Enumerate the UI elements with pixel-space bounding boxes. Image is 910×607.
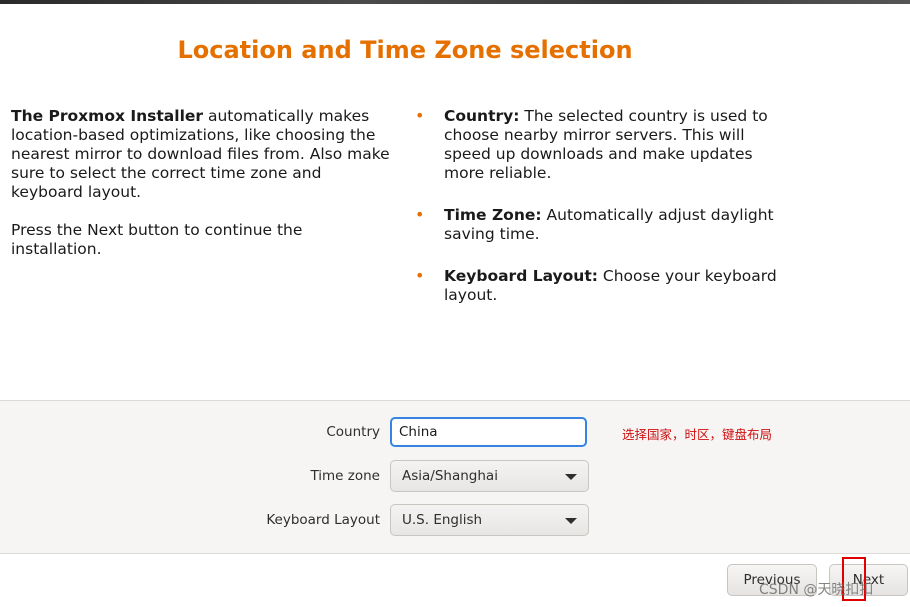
bullet-term: Time Zone: [444, 206, 542, 224]
annotation-note: 选择国家，时区，键盘布局 [622, 427, 773, 442]
bullet-timezone: • Time Zone: Automatically adjust daylig… [410, 205, 790, 244]
top-border [0, 0, 910, 4]
keyboard-value: U.S. English [402, 512, 483, 528]
bullet-dot-icon: • [415, 205, 425, 224]
watermark: CSDN @天晓扣扣 [759, 582, 874, 598]
keyboard-label: Keyboard Layout [266, 512, 380, 528]
timezone-select[interactable]: Asia/Shanghai [390, 460, 589, 492]
intro-paragraph-2: Press the Next button to continue the in… [11, 221, 303, 258]
bullet-term: Keyboard Layout: [444, 267, 598, 285]
page-title: Location and Time Zone selection [177, 36, 633, 64]
country-input[interactable] [390, 417, 587, 447]
bullet-dot-icon: • [415, 106, 425, 125]
timezone-label: Time zone [310, 468, 380, 484]
intro-text: The Proxmox Installer automatically make… [11, 107, 396, 278]
country-label: Country [326, 424, 380, 440]
help-bullet-list: • Country: The selected country is used … [410, 106, 790, 328]
intro-bold: The Proxmox Installer [11, 107, 204, 125]
bullet-country: • Country: The selected country is used … [410, 106, 790, 183]
bullet-dot-icon: • [415, 266, 425, 285]
dropdown-arrow-icon [565, 474, 577, 480]
bullet-term: Country: [444, 107, 520, 125]
keyboard-layout-select[interactable]: U.S. English [390, 504, 589, 536]
intro-paragraph-1: The Proxmox Installer automatically make… [11, 107, 396, 202]
dropdown-arrow-icon [565, 518, 577, 524]
bullet-keyboard: • Keyboard Layout: Choose your keyboard … [410, 266, 790, 305]
timezone-value: Asia/Shanghai [402, 468, 498, 484]
